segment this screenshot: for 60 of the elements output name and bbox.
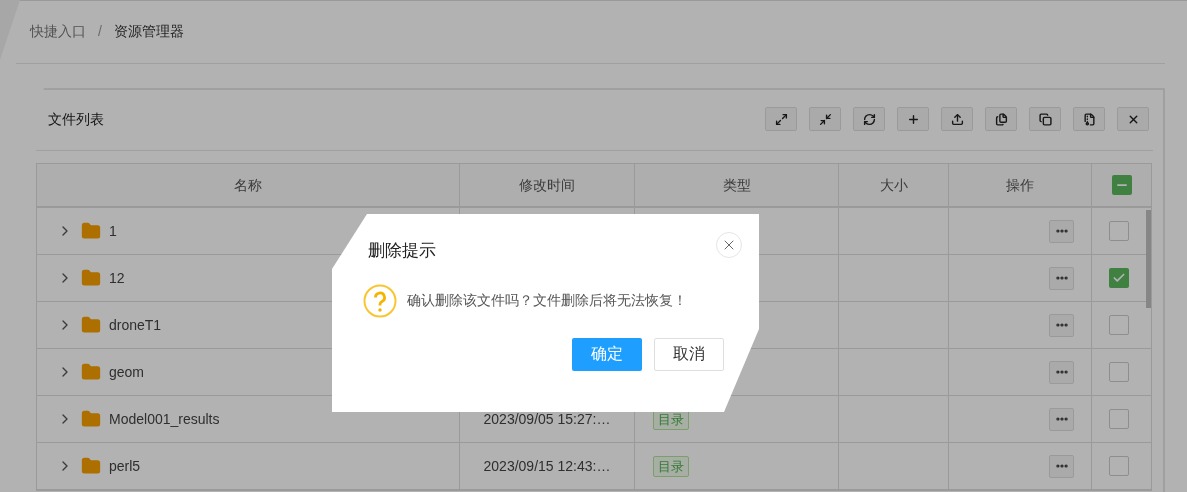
checkbox[interactable] — [1108, 362, 1129, 382]
more-button[interactable] — [1049, 219, 1074, 243]
more-button[interactable] — [1049, 407, 1074, 431]
modified-time: 2023/09/05 15:27:… — [483, 409, 611, 429]
upload-icon — [950, 112, 964, 126]
scrollbar[interactable] — [1146, 210, 1151, 308]
column-header: 操作 — [1006, 175, 1034, 195]
breadcrumb-item[interactable]: 资源管理器 — [113, 21, 184, 42]
file-name[interactable]: droneT1 — [109, 314, 162, 336]
more-button[interactable] — [1049, 360, 1074, 384]
toolbar-button[interactable] — [1117, 107, 1149, 131]
refresh-icon — [862, 112, 876, 126]
checkbox[interactable] — [1108, 456, 1129, 476]
checkbox[interactable] — [1108, 315, 1129, 335]
file-name[interactable]: 1 — [109, 220, 117, 242]
toolbar-button[interactable] — [1073, 107, 1105, 131]
toolbar-button[interactable] — [853, 107, 885, 131]
breadcrumb-separator: / — [98, 22, 102, 41]
toolbar-button[interactable] — [941, 107, 973, 131]
checkbox[interactable] — [1108, 221, 1129, 241]
files-icon — [994, 112, 1008, 126]
expand-icon — [774, 112, 788, 126]
folder-icon — [81, 268, 101, 288]
modified-time: 2023/09/15 12:43:… — [483, 456, 611, 476]
plus-icon — [906, 112, 920, 126]
checkbox[interactable] — [1111, 175, 1132, 195]
column-header: 名称 — [234, 175, 262, 195]
folder-icon — [81, 315, 101, 335]
breadcrumb-item[interactable]: 快捷入口 — [30, 21, 86, 42]
file-name[interactable]: Model001_results — [109, 408, 220, 430]
toolbar-button[interactable] — [1029, 107, 1061, 131]
file-name[interactable]: 12 — [109, 267, 125, 289]
type-tag: 目录 — [653, 455, 689, 477]
folder-icon — [81, 362, 101, 382]
copy-icon — [1038, 112, 1052, 126]
toolbar-button[interactable] — [809, 107, 841, 131]
toolbar-button[interactable] — [765, 107, 797, 131]
column-header: 类型 — [722, 175, 751, 195]
folder-icon — [81, 456, 101, 476]
file-name[interactable]: perl5 — [109, 455, 141, 477]
cancel-button[interactable]: 取消 — [654, 337, 724, 371]
compress-icon — [818, 112, 832, 126]
check-icon — [1111, 271, 1126, 285]
more-button[interactable] — [1049, 454, 1074, 478]
column-header: 修改时间 — [519, 175, 575, 195]
file-name[interactable]: geom — [109, 361, 145, 383]
checkbox[interactable] — [1108, 268, 1129, 288]
question-icon — [363, 283, 397, 318]
toolbar-button[interactable] — [985, 107, 1017, 131]
dialog-title: 删除提示 — [368, 240, 437, 262]
folder-icon — [81, 409, 101, 429]
more-button[interactable] — [1049, 313, 1074, 337]
column-header: 大小 — [879, 175, 908, 195]
folder-icon — [81, 221, 101, 241]
more-button[interactable] — [1049, 266, 1074, 290]
checkbox[interactable] — [1108, 409, 1129, 429]
dialog-message: 确认删除该文件吗？文件删除后将无法恢复！ — [407, 291, 687, 310]
panel-title: 文件列表 — [48, 109, 104, 129]
archive-file-icon — [1082, 112, 1096, 126]
toolbar-button[interactable] — [897, 107, 929, 131]
